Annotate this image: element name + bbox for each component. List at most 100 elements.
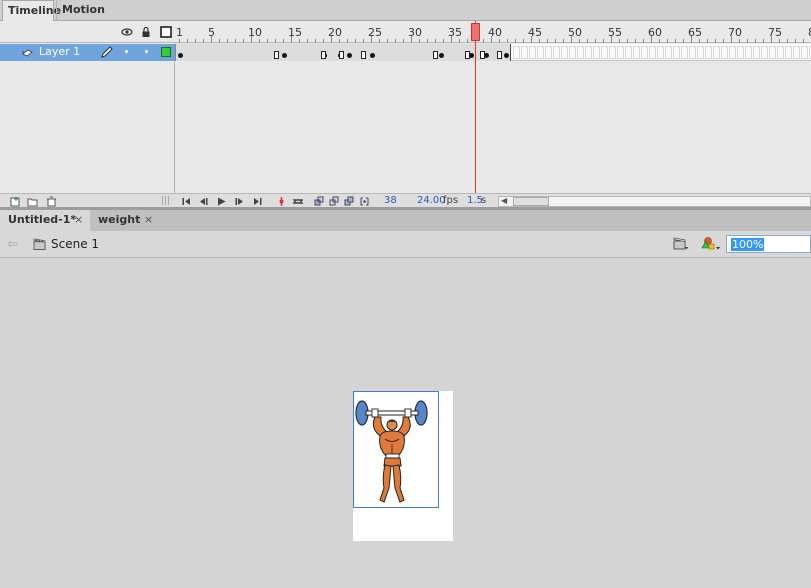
empty-frame[interactable] [521,46,528,59]
keyframe[interactable] [439,53,444,58]
back-arrow-icon[interactable]: ⇦ [7,237,18,252]
empty-frame[interactable] [665,46,672,59]
new-layer-icon[interactable] [10,196,21,207]
center-frame-icon[interactable] [276,196,287,207]
frame-span-end[interactable] [480,51,485,59]
onion-skin-outlines-icon[interactable] [329,196,340,207]
frame-span-end[interactable] [361,51,366,59]
empty-frame[interactable] [705,46,712,59]
empty-frame[interactable] [593,46,600,59]
close-icon[interactable]: × [74,210,83,230]
empty-frame[interactable] [729,46,736,59]
document-tab-untitled[interactable]: Untitled-1* × [0,210,90,231]
frame-rate-value[interactable]: 24.00 [417,195,446,206]
loop-icon[interactable] [290,196,306,207]
empty-frame[interactable] [641,46,648,59]
edit-multiple-frames-icon[interactable] [344,196,355,207]
empty-frame[interactable] [569,46,576,59]
scrollbar-thumb[interactable] [513,197,549,206]
empty-frame[interactable] [761,46,768,59]
empty-frame[interactable] [801,46,808,59]
empty-frame[interactable] [657,46,664,59]
empty-frame[interactable] [721,46,728,59]
keyframe[interactable] [347,53,352,58]
footer-grip: ||| [160,196,171,206]
stage[interactable] [353,391,453,541]
empty-frame[interactable] [737,46,744,59]
ruler-tick [283,39,284,43]
document-tab-weight[interactable]: weight × [90,210,156,231]
layer-row[interactable]: Layer 1 [0,44,175,61]
keyframe[interactable] [504,53,509,58]
empty-frame[interactable] [609,46,616,59]
frame-span-end[interactable] [274,51,279,59]
empty-frame[interactable] [689,46,696,59]
empty-frame[interactable] [697,46,704,59]
ruler-tick [699,39,700,43]
stage-area[interactable] [0,259,811,588]
frame-span-end[interactable] [339,51,344,59]
edit-symbols-icon[interactable] [699,236,721,251]
keyframe[interactable] [178,53,183,58]
step-back-icon[interactable] [198,196,209,207]
frame-span-end[interactable] [465,51,470,59]
empty-frame[interactable] [537,46,544,59]
empty-frame[interactable] [753,46,760,59]
keyframe[interactable] [282,53,287,58]
layer-name[interactable]: Layer 1 [39,45,80,58]
ruler-label: 30 [408,26,422,39]
empty-frame[interactable] [649,46,656,59]
frame-span-end[interactable] [433,51,438,59]
go-to-first-frame-icon[interactable] [181,196,192,207]
empty-frame[interactable] [529,46,536,59]
empty-frame[interactable] [601,46,608,59]
empty-frame[interactable] [785,46,792,59]
zoom-input[interactable]: 100% [726,235,811,253]
play-icon[interactable] [216,196,227,207]
empty-frame[interactable] [513,46,520,59]
lock-dot[interactable] [145,50,148,53]
empty-frame[interactable] [545,46,552,59]
new-folder-icon[interactable] [27,196,38,207]
onion-skin-icon[interactable] [314,196,325,207]
empty-frame[interactable] [777,46,784,59]
modify-markers-icon[interactable] [359,196,370,207]
empty-frame[interactable] [793,46,800,59]
timeline-scrollbar[interactable]: ◀ [498,196,811,207]
empty-frame[interactable] [769,46,776,59]
layer-color-swatch[interactable] [161,47,171,57]
delete-icon[interactable] [46,196,57,207]
scroll-left-arrow-icon[interactable]: ◀ [501,196,507,205]
empty-frame[interactable] [577,46,584,59]
empty-frame[interactable] [625,46,632,59]
frame-span-end[interactable] [497,51,502,59]
visibility-dot[interactable] [125,50,128,53]
lock-icon[interactable] [140,26,152,38]
empty-frame[interactable] [585,46,592,59]
keyframe[interactable] [370,53,375,58]
tab-timeline[interactable]: Timeline [2,0,61,22]
ruler-tick [187,39,188,43]
empty-frame[interactable] [561,46,568,59]
weightlifter-symbol[interactable] [353,391,439,508]
eye-icon[interactable] [121,26,133,38]
outline-icon[interactable] [160,26,172,38]
empty-frame[interactable] [745,46,752,59]
empty-frame[interactable] [553,46,560,59]
step-forward-icon[interactable] [234,196,245,207]
playhead[interactable] [471,23,480,41]
empty-frame[interactable] [681,46,688,59]
go-to-last-frame-icon[interactable] [252,196,263,207]
scene-label[interactable]: Scene 1 [51,237,99,251]
frame-span-end[interactable] [321,51,326,59]
empty-frame[interactable] [713,46,720,59]
close-icon[interactable]: × [144,210,153,230]
empty-frame[interactable] [633,46,640,59]
empty-frame[interactable] [617,46,624,59]
frame-ruler[interactable]: 1510152025303540455055606570758 [175,21,811,43]
tab-motion-editor[interactable]: Motion Editor [56,0,138,36]
current-frame-value[interactable]: 38 [384,195,397,206]
empty-frame[interactable] [673,46,680,59]
layer-frames[interactable] [175,44,811,61]
edit-scene-icon[interactable] [673,236,689,251]
